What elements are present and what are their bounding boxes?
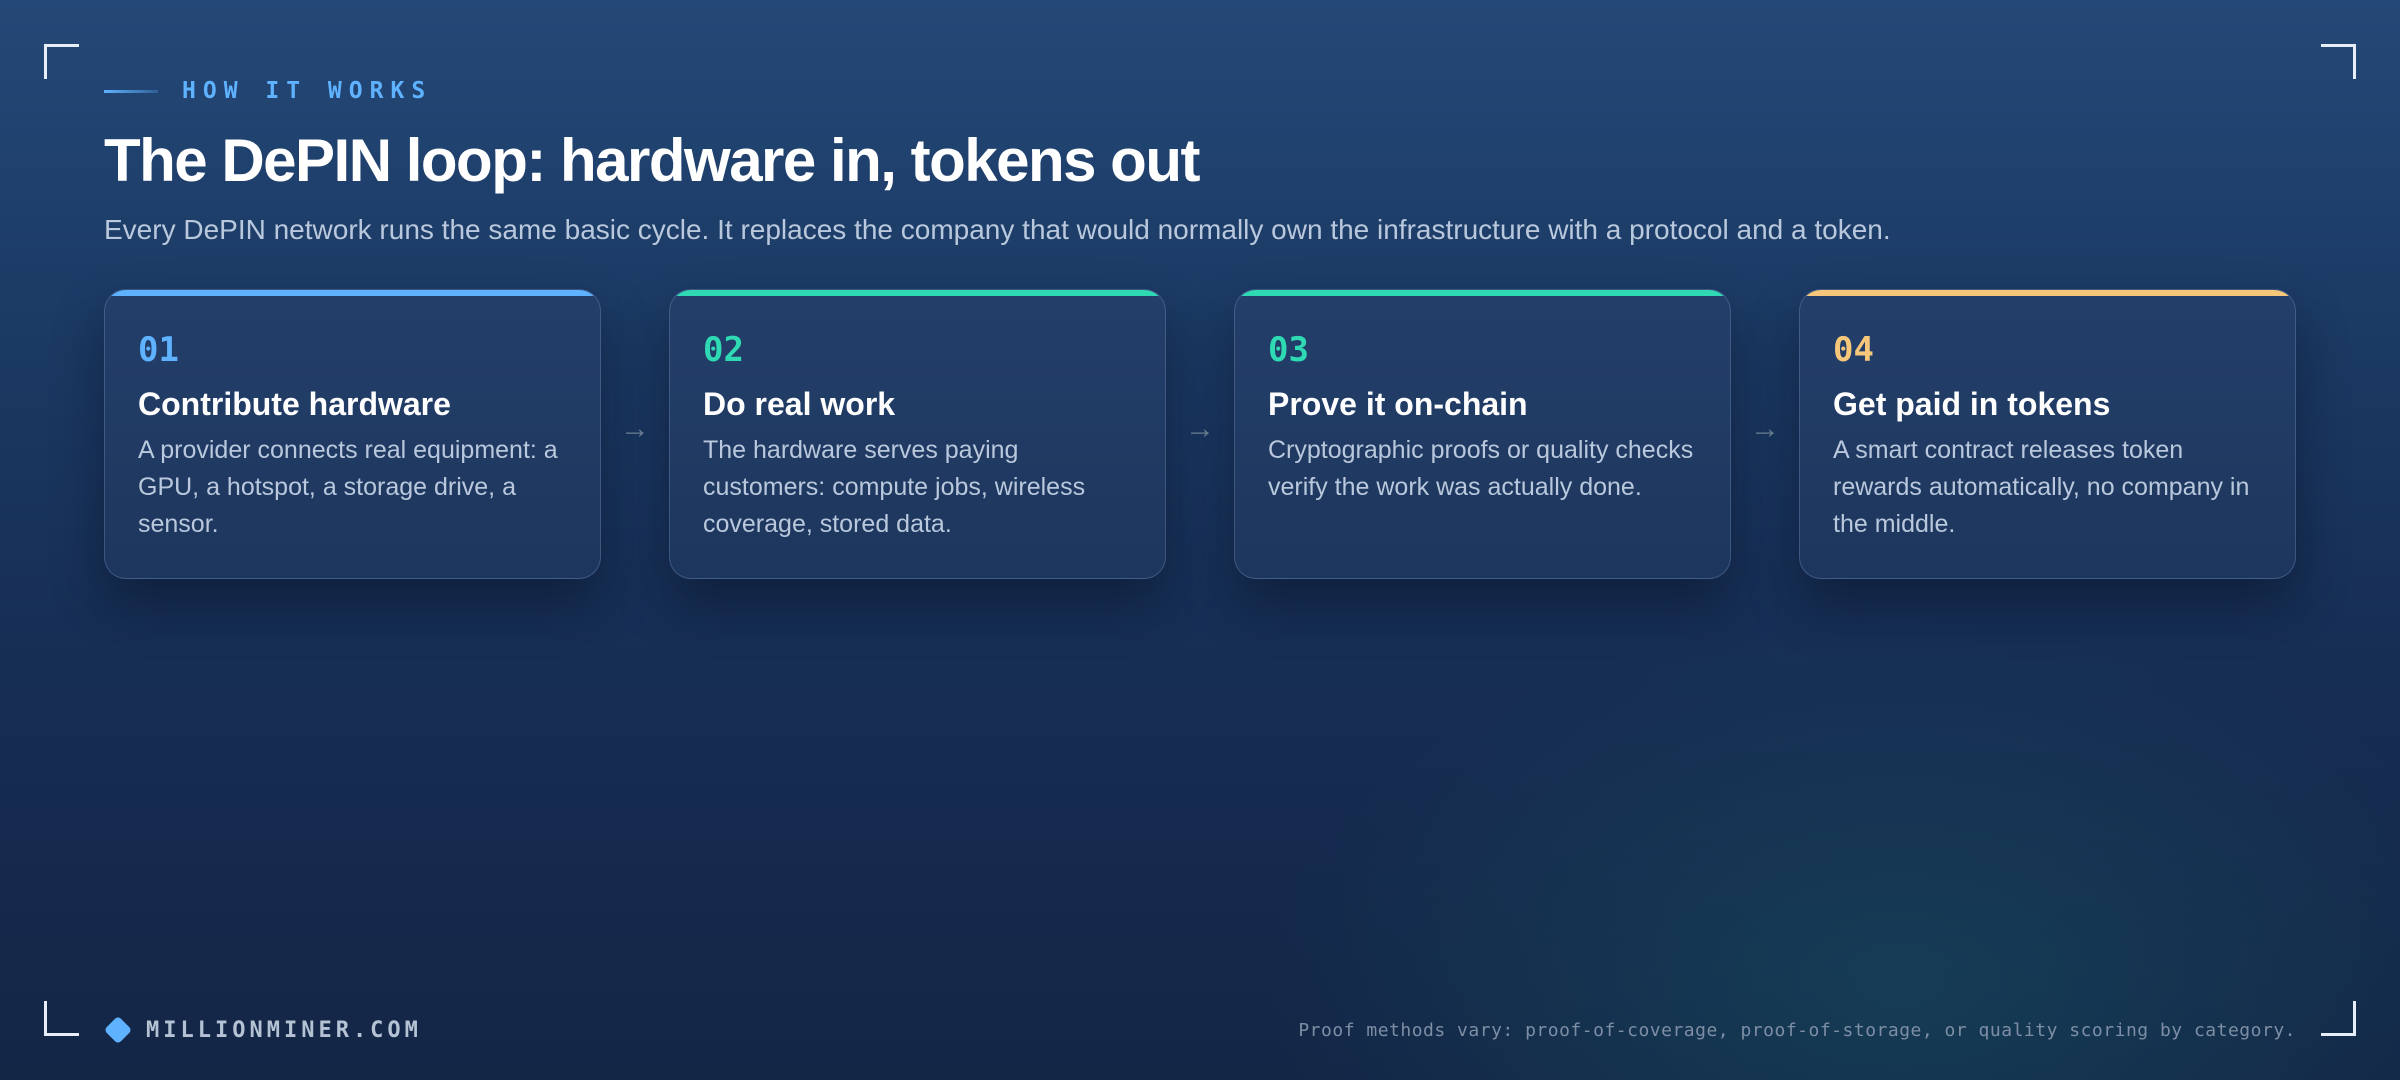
step-description: The hardware serves paying customers: co…	[703, 436, 1086, 538]
step-card-2: 02 Do real work The hardware serves payi…	[669, 289, 1166, 579]
arrow-right-icon: →	[1185, 412, 1215, 445]
arrow-right-icon: →	[1750, 412, 1780, 445]
step-card-3: 03 Prove it on-chain Cryptographic proof…	[1234, 289, 1731, 579]
diamond-logo-icon	[103, 1015, 133, 1045]
corner-bracket-top-left	[44, 44, 79, 79]
eyebrow-line	[104, 89, 158, 93]
step-title: Contribute hardware	[138, 386, 451, 422]
step-title: Get paid in tokens	[1833, 386, 2111, 422]
step-number: 03	[1268, 330, 1309, 370]
corner-bracket-bottom-left	[44, 1001, 79, 1036]
step-card-4: 04 Get paid in tokens A smart contract r…	[1799, 289, 2296, 579]
brand-name: MILLIONMINER.COM	[146, 1017, 422, 1043]
step-number: 04	[1833, 330, 1874, 370]
step-title: Do real work	[703, 386, 896, 422]
step-description: Cryptographic proofs or quality checks v…	[1268, 436, 1694, 501]
step-description: A smart contract releases token rewards …	[1833, 436, 2250, 538]
page-title: The DePIN loop: hardware in, tokens out	[104, 127, 1200, 194]
arrow-right-icon: →	[620, 412, 650, 445]
footnote: Proof methods vary: proof-of-coverage, p…	[1298, 1020, 2296, 1041]
step-title: Prove it on-chain	[1268, 386, 1528, 422]
step-number: 01	[138, 330, 179, 370]
page-subtitle: Every DePIN network runs the same basic …	[104, 214, 1891, 245]
brand[interactable]: MILLIONMINER.COM	[103, 1014, 422, 1046]
step-card-1: 01 Contribute hardware A provider connec…	[104, 289, 601, 579]
step-number: 02	[703, 330, 744, 370]
corner-bracket-top-right	[2321, 44, 2356, 79]
corner-bracket-bottom-right	[2321, 1001, 2356, 1036]
steps-row: 01 Contribute hardware A provider connec…	[104, 289, 2296, 579]
eyebrow: HOW IT WORKS	[104, 76, 432, 106]
eyebrow-label: HOW IT WORKS	[182, 78, 433, 104]
step-description: A provider connects real equipment: a GP…	[138, 436, 558, 538]
